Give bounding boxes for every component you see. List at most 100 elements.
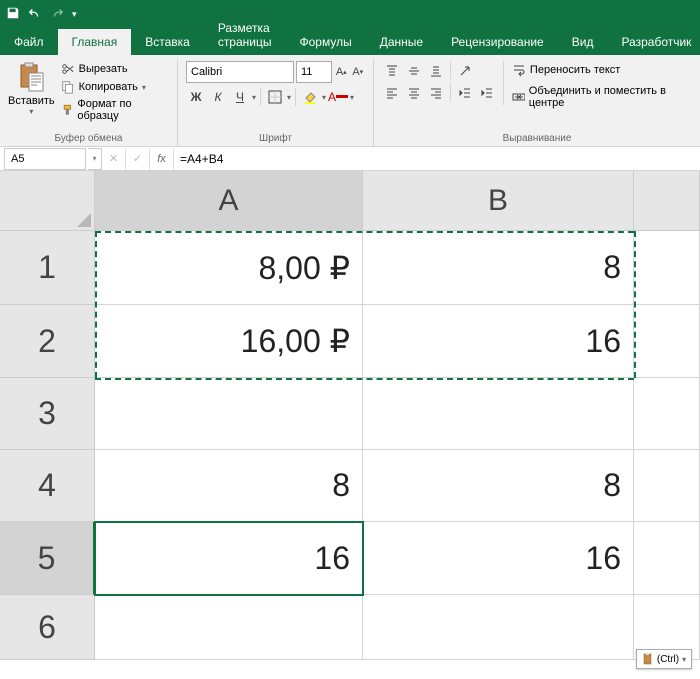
enter-formula-icon[interactable]: ✓ (126, 148, 150, 170)
fill-color-button[interactable] (300, 87, 320, 107)
spreadsheet-grid: A B 1 8,00 ₽ 8 2 16,00 ₽ 16 3 4 8 8 (0, 171, 700, 660)
tab-view[interactable]: Вид (558, 29, 608, 55)
tab-developer[interactable]: Разработчик (607, 29, 700, 55)
orientation-icon[interactable] (455, 61, 475, 81)
font-color-button[interactable]: A (328, 87, 348, 107)
ribbon-tabs: Файл Главная Вставка Разметка страницы Ф… (0, 28, 700, 55)
cell-A4[interactable]: 8 (95, 450, 363, 522)
tab-data[interactable]: Данные (366, 29, 437, 55)
cell-C1[interactable] (634, 231, 700, 305)
cell-B6[interactable] (363, 595, 634, 660)
paste-options-button[interactable]: (Ctrl) ▾ (636, 649, 692, 669)
cell-B3[interactable] (363, 378, 634, 450)
clipboard-group-label: Буфер обмена (0, 133, 177, 144)
copy-marquee (95, 231, 97, 378)
italic-button[interactable]: К (208, 87, 228, 107)
column-header-A[interactable]: A (95, 171, 363, 231)
formula-input[interactable] (174, 148, 700, 170)
chevron-down-icon: ▾ (682, 655, 686, 664)
font-name-input[interactable] (186, 61, 294, 83)
increase-indent-icon[interactable] (477, 83, 497, 103)
paste-options-label: (Ctrl) (657, 654, 679, 665)
tab-page-layout[interactable]: Разметка страницы (204, 15, 286, 55)
brush-icon (61, 103, 74, 117)
merge-center-button[interactable]: Объединить и поместить в центре (510, 83, 692, 111)
cell-A1[interactable]: 8,00 ₽ (95, 231, 363, 305)
tab-review[interactable]: Рецензирование (437, 29, 558, 55)
copy-marquee (634, 231, 636, 378)
cell-C5[interactable] (634, 522, 700, 595)
wrap-text-icon (512, 63, 526, 77)
cell-A6[interactable] (95, 595, 363, 660)
copy-button[interactable]: Копировать ▾ (59, 79, 169, 95)
quick-access-toolbar: ▾ (0, 0, 700, 28)
copy-marquee (95, 378, 634, 380)
paste-label: Вставить (8, 95, 55, 107)
ribbon-group-clipboard: Вставить ▾ Вырезать Копировать ▾ Формат … (0, 59, 178, 146)
borders-button[interactable] (265, 87, 285, 107)
row-header-3[interactable]: 3 (0, 378, 95, 450)
tab-home[interactable]: Главная (58, 29, 132, 55)
row-header-4[interactable]: 4 (0, 450, 95, 522)
qat-customize-icon[interactable]: ▾ (72, 9, 77, 20)
align-bottom-icon[interactable] (426, 61, 446, 81)
align-center-icon[interactable] (404, 83, 424, 103)
scissors-icon (61, 62, 75, 76)
decrease-indent-icon[interactable] (455, 83, 475, 103)
align-top-icon[interactable] (382, 61, 402, 81)
underline-button[interactable]: Ч (230, 87, 250, 107)
column-header-C[interactable] (634, 171, 700, 231)
row-header-5[interactable]: 5 (0, 522, 95, 595)
font-group-label: Шрифт (178, 133, 373, 144)
ribbon-group-font: A▴ A▾ Ж К Ч ▾ ▾ ▾ A ▾ Шрифт (178, 59, 374, 146)
cell-A3[interactable] (95, 378, 363, 450)
wrap-text-label: Переносить текст (530, 64, 620, 76)
clipboard-icon (15, 61, 47, 93)
name-box-dropdown-icon[interactable]: ▾ (88, 148, 102, 170)
align-right-icon[interactable] (426, 83, 446, 103)
cancel-formula-icon[interactable]: ✕ (102, 148, 126, 170)
cut-label: Вырезать (79, 63, 128, 75)
tab-insert[interactable]: Вставка (131, 29, 204, 55)
row-header-6[interactable]: 6 (0, 595, 95, 660)
cell-C3[interactable] (634, 378, 700, 450)
format-painter-button[interactable]: Формат по образцу (59, 97, 169, 123)
column-header-B[interactable]: B (363, 171, 634, 231)
redo-icon[interactable] (50, 6, 64, 23)
cell-B2[interactable]: 16 (363, 305, 634, 378)
cut-button[interactable]: Вырезать (59, 61, 169, 77)
cell-B5[interactable]: 16 (363, 522, 634, 595)
ribbon-group-alignment: Переносить текст Объединить и поместить … (374, 59, 700, 146)
row-header-2[interactable]: 2 (0, 305, 95, 378)
tab-formulas[interactable]: Формулы (285, 29, 365, 55)
cell-C4[interactable] (634, 450, 700, 522)
copy-label: Копировать (79, 81, 138, 93)
cell-A2[interactable]: 16,00 ₽ (95, 305, 363, 378)
tab-file[interactable]: Файл (0, 29, 58, 55)
select-all-corner[interactable] (0, 171, 95, 231)
row-header-1[interactable]: 1 (0, 231, 95, 305)
format-painter-label: Формат по образцу (77, 98, 167, 122)
cell-C2[interactable] (634, 305, 700, 378)
name-box[interactable] (4, 148, 86, 170)
merge-icon (512, 90, 525, 104)
increase-font-icon[interactable]: A▴ (334, 61, 349, 83)
align-left-icon[interactable] (382, 83, 402, 103)
merge-center-label: Объединить и поместить в центре (529, 85, 690, 109)
clipboard-small-icon (642, 653, 654, 665)
cell-B4[interactable]: 8 (363, 450, 634, 522)
cell-B1[interactable]: 8 (363, 231, 634, 305)
undo-icon[interactable] (28, 6, 42, 23)
decrease-font-icon[interactable]: A▾ (351, 61, 366, 83)
font-size-input[interactable] (296, 61, 332, 83)
save-icon[interactable] (6, 6, 20, 23)
fx-icon[interactable]: fx (150, 148, 174, 170)
align-middle-icon[interactable] (404, 61, 424, 81)
wrap-text-button[interactable]: Переносить текст (510, 61, 692, 79)
bold-button[interactable]: Ж (186, 87, 206, 107)
copy-marquee (95, 231, 634, 233)
ribbon: Вставить ▾ Вырезать Копировать ▾ Формат … (0, 55, 700, 147)
formula-bar: ▾ ✕ ✓ fx (0, 147, 700, 171)
copy-icon (61, 80, 75, 94)
cell-A5[interactable]: 16 (95, 522, 363, 595)
